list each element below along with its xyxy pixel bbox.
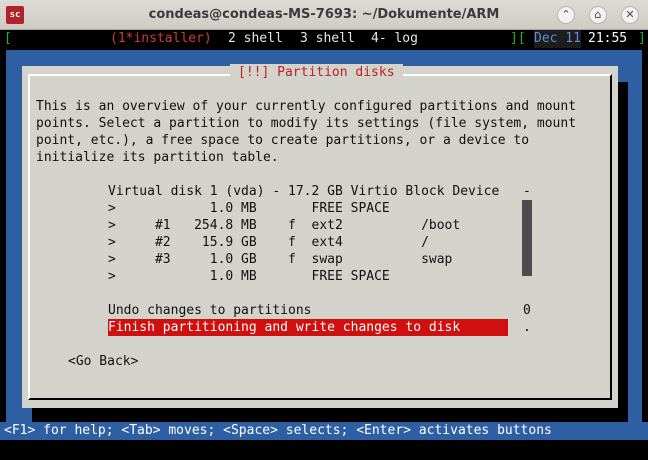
tmux-end-bracket: ] [638,31,646,46]
dialog-title: [!!] Partition disks [230,64,403,81]
intro-line: points. Select a partition to modify its… [36,116,577,131]
intro-line: initialize its partition table. [36,150,279,165]
undo-changes-item[interactable]: Undo changes to partitions [108,302,312,319]
intro-line: point, etc.), a free space to create par… [36,133,530,148]
partition-list-item[interactable]: > #1 254.8 MB f ext2 /boot [108,217,460,234]
scrollbar-thumb[interactable] [522,200,532,276]
tmux-window-installer[interactable]: (1*installer) [110,30,212,48]
partition-list-item[interactable]: > #2 15.9 GB f ext4 / [108,234,429,251]
close-icon[interactable]: ✕ [621,6,639,24]
go-back-button[interactable]: <Go Back> [68,353,138,370]
scrollbar-mark: 0 [523,303,531,318]
scrollbar-bottom-mark: . [523,320,531,335]
minimize-up-icon[interactable]: ⌃ [557,6,575,24]
tmux-time: 21:55 [588,31,628,46]
terminal-bottom [0,440,648,460]
maximize-icon[interactable]: ⌂ [589,6,607,24]
scrollbar-top-mark: - [523,184,531,199]
tmux-open-bracket: [ [4,31,12,46]
window-titlebar: sc condeas@condeas-MS-7693: ~/Dokumente/… [0,0,648,30]
partition-list-item[interactable]: > #3 1.0 GB f swap swap [108,251,452,268]
tmux-window-shell-3[interactable]: 3 shell [300,30,355,48]
tmux-close-bracket: ][ [510,31,526,46]
partition-list-item[interactable]: > 1.0 MB FREE SPACE [108,200,390,217]
window-title: condeas@condeas-MS-7693: ~/Dokumente/ARM [148,7,500,22]
terminal-area[interactable]: [ (1*installer) 2 shell 3 shell 4- log ][ Dec … [0,30,648,460]
tmux-window-shell-2[interactable]: 2 shell [228,30,283,48]
tmux-date: Dec 11 [534,30,581,48]
tmux-status-bar: [ (1*installer) 2 shell 3 shell 4- log ][ Dec … [0,30,648,48]
disk-entry-vda[interactable]: Virtual disk 1 (vda) - 17.2 GB Virtio Bl… [108,183,499,200]
intro-line: This is an overview of your currently co… [36,99,577,114]
finish-partitioning-item[interactable]: Finish partitioning and write changes to… [108,319,508,336]
tmux-window-log[interactable]: 4- log [371,30,418,48]
partition-list-item[interactable]: > 1.0 MB FREE SPACE [108,268,390,285]
help-bar: <F1> for help; <Tab> moves; <Space> sele… [0,422,648,440]
